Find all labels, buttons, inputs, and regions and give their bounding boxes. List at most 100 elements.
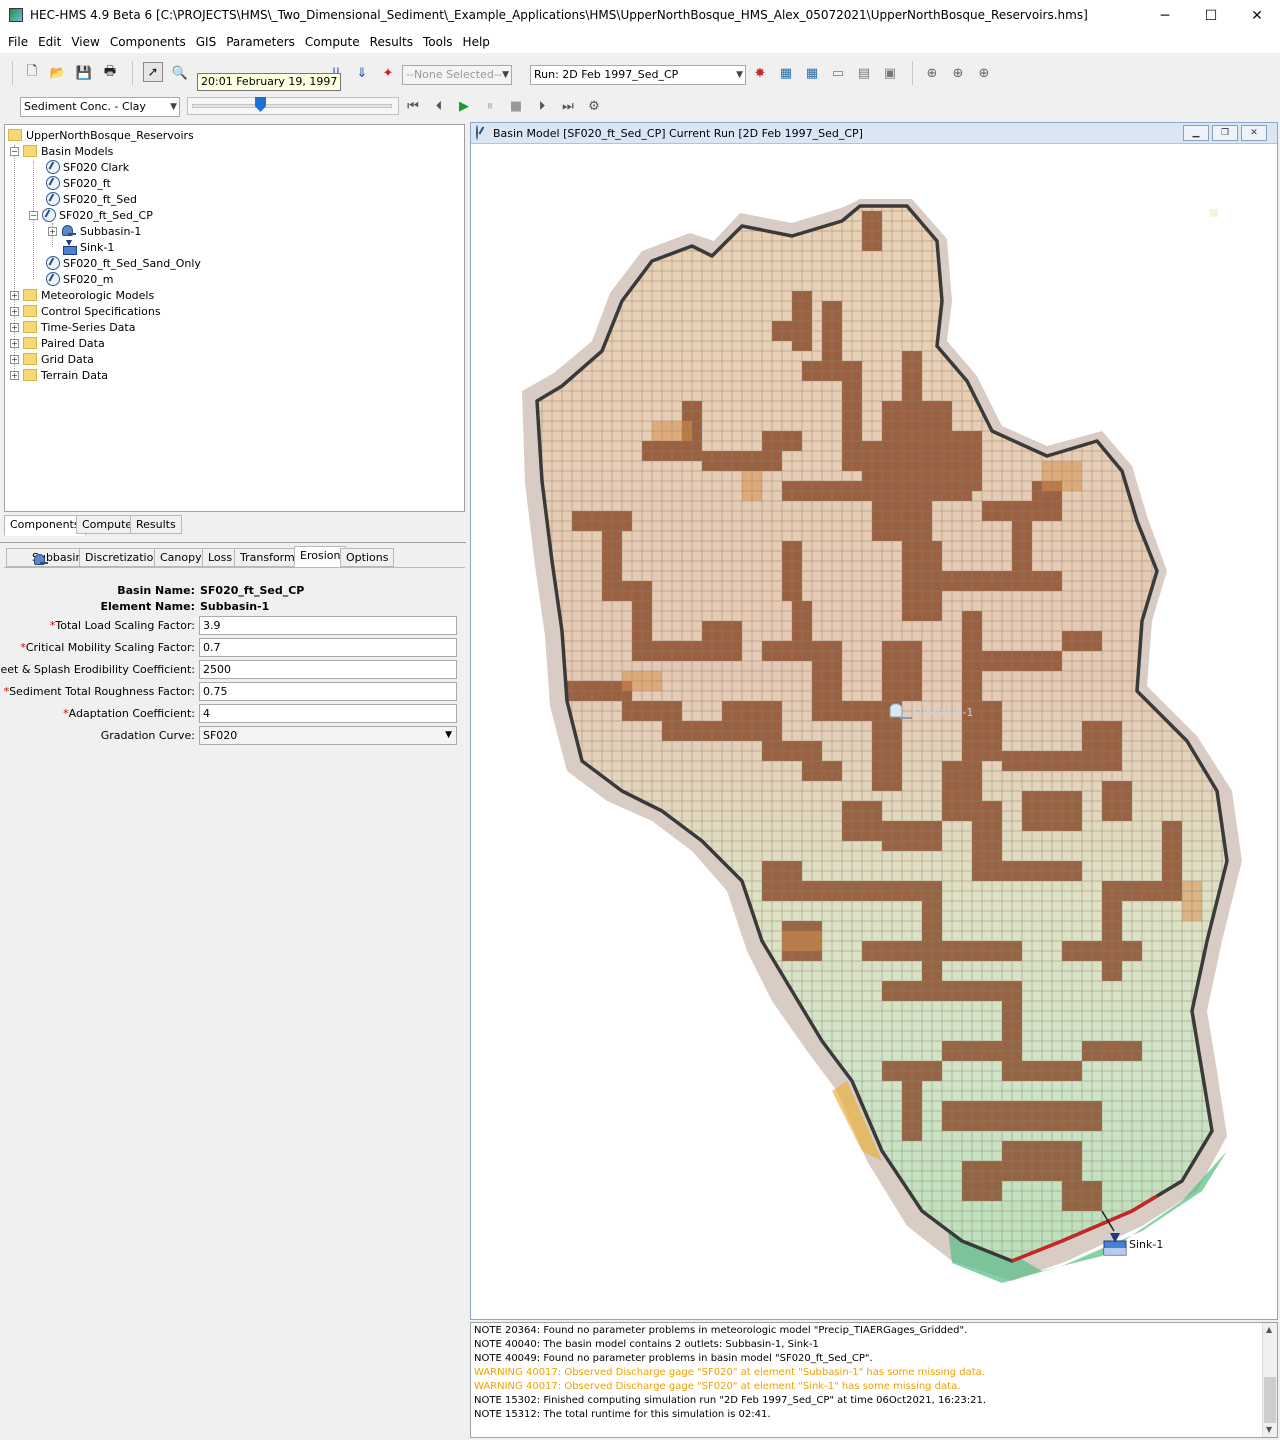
table-icon[interactable]: ▤: [854, 63, 874, 83]
scroll-up-icon[interactable]: ▲: [1266, 1325, 1272, 1334]
variable-selector[interactable]: Sediment Conc. - Clay ▼: [20, 97, 180, 117]
grid-globe-icon[interactable]: ⊕: [948, 63, 968, 83]
tab-components[interactable]: Components: [4, 515, 86, 536]
folder-icon: [23, 321, 37, 333]
fast-forward-icon[interactable]: ⏭: [558, 96, 578, 116]
tab-transform[interactable]: Transform: [234, 548, 301, 567]
global-summary-icon[interactable]: ▦: [776, 63, 796, 83]
open-icon[interactable]: 📂: [48, 63, 68, 83]
adaptation-input[interactable]: 4: [199, 704, 457, 723]
tree-basin-sand-only[interactable]: SF020_ft_Sed_Sand_Only: [46, 255, 201, 271]
tree-basin-sf020-clark[interactable]: SF020 Clark: [46, 159, 129, 175]
step-back-icon[interactable]: ⏴: [429, 96, 449, 116]
arrow-select-icon[interactable]: ➚: [143, 62, 163, 82]
basin-map-canvas[interactable]: Subbasin-1 Sink-1: [472, 145, 1278, 1319]
log-scrollbar[interactable]: ▲ ▼: [1262, 1323, 1277, 1437]
folder-icon: [8, 129, 22, 141]
close-button[interactable]: ✕: [1234, 0, 1280, 31]
gradation-select[interactable]: SF020 ▼: [199, 726, 457, 745]
animation-settings-icon[interactable]: ⚙: [584, 96, 604, 116]
expand-icon[interactable]: +: [10, 338, 19, 348]
tree-grid-data[interactable]: + Grid Data: [10, 351, 94, 367]
menu-results[interactable]: Results: [365, 32, 418, 52]
tree-subbasin-1[interactable]: + Subbasin-1: [48, 223, 141, 239]
map-close-button[interactable]: ✕: [1241, 125, 1267, 141]
rewind-icon[interactable]: ⏮: [403, 96, 423, 116]
run-selector[interactable]: Run: 2D Feb 1997_Sed_CP ▼: [530, 65, 746, 85]
maximize-button[interactable]: ☐: [1188, 0, 1234, 31]
menu-gis[interactable]: GIS: [191, 32, 221, 52]
tab-subbasin[interactable]: Subbasin: [6, 548, 89, 567]
step-forward-icon[interactable]: ⏵: [532, 96, 552, 116]
basin-model-icon: [46, 176, 60, 190]
map-minimize-button[interactable]: ▁: [1183, 125, 1209, 141]
tree-time-series-data[interactable]: + Time-Series Data: [10, 319, 135, 335]
tree-meteorologic-models[interactable]: + Meteorologic Models: [10, 287, 154, 303]
play-icon[interactable]: ▶: [454, 96, 474, 116]
expand-icon[interactable]: +: [10, 370, 19, 380]
tab-erosion[interactable]: Erosion: [294, 546, 347, 567]
basin-model-icon: [476, 125, 489, 140]
tree-control-specifications[interactable]: + Control Specifications: [10, 303, 161, 319]
grid-globe-icon[interactable]: ⊕: [974, 63, 994, 83]
tree-paired-data[interactable]: + Paired Data: [10, 335, 105, 351]
print-icon[interactable]: 🖶: [100, 63, 120, 83]
add-source-icon[interactable]: ✦: [378, 63, 398, 83]
compute-all-icon[interactable]: ✸: [750, 63, 770, 83]
menu-components[interactable]: Components: [105, 32, 191, 52]
tree-terrain-data[interactable]: + Terrain Data: [10, 367, 108, 383]
tree-folder-label: Terrain Data: [41, 368, 108, 382]
collapse-icon[interactable]: −: [10, 146, 19, 156]
menu-tools[interactable]: Tools: [418, 32, 458, 52]
menu-file[interactable]: File: [3, 32, 33, 52]
tree-root[interactable]: UpperNorthBosque_Reservoirs: [8, 127, 194, 143]
map-restore-button[interactable]: ❐: [1212, 125, 1238, 141]
tree-basin-sf020-m[interactable]: SF020_m: [46, 271, 114, 287]
menu-compute[interactable]: Compute: [300, 32, 365, 52]
tab-results[interactable]: Results: [130, 515, 182, 534]
expand-icon[interactable]: +: [10, 322, 19, 332]
basin-model-icon: [46, 256, 60, 270]
expand-icon[interactable]: +: [48, 226, 57, 236]
tree-sink-1[interactable]: Sink-1: [61, 239, 114, 255]
grid-globe-icon[interactable]: ⊕: [922, 63, 942, 83]
add-sink-icon[interactable]: ⇓: [352, 63, 372, 83]
tree-basin-sf020-ft-sed[interactable]: SF020_ft_Sed: [46, 191, 137, 207]
roughness-input[interactable]: 0.75: [199, 682, 457, 701]
zoom-icon[interactable]: 🔍: [170, 63, 190, 83]
total-load-input[interactable]: 3.9: [199, 616, 457, 635]
tab-loss[interactable]: Loss: [202, 548, 239, 567]
erodibility-input[interactable]: 2500: [199, 660, 457, 679]
app-icon: [9, 8, 23, 22]
scrollbar-thumb[interactable]: [1264, 1377, 1276, 1423]
stop-icon[interactable]: ■: [506, 96, 526, 116]
tab-options[interactable]: Options: [340, 548, 395, 567]
expand-icon[interactable]: +: [10, 354, 19, 364]
graph-icon[interactable]: ▭: [828, 63, 848, 83]
menu-parameters[interactable]: Parameters: [221, 32, 300, 52]
tab-canopy[interactable]: Canopy: [154, 548, 208, 567]
menu-help[interactable]: Help: [458, 32, 495, 52]
new-icon[interactable]: 🗋: [22, 63, 42, 83]
subbasin-icon: [61, 224, 77, 238]
menu-edit[interactable]: Edit: [33, 32, 66, 52]
expand-icon[interactable]: +: [10, 290, 19, 300]
main-toolbar: 🗋 📂 💾 🖶 ➚ 🔍 ⇊ ⇓ ✦ --None Selected--▼ Run…: [0, 57, 1280, 89]
tab-compute[interactable]: Compute: [76, 515, 139, 534]
time-series-icon[interactable]: ▣: [880, 63, 900, 83]
element-summary-icon[interactable]: ▦: [802, 63, 822, 83]
tree-element-label: Subbasin-1: [80, 224, 142, 238]
element-selector[interactable]: --None Selected-- ▼: [402, 65, 512, 85]
chevron-down-icon: ▼: [445, 730, 452, 740]
save-icon[interactable]: 💾: [74, 63, 94, 83]
minimize-button[interactable]: ─: [1142, 0, 1188, 31]
critical-mobility-input[interactable]: 0.7: [199, 638, 457, 657]
menu-view[interactable]: View: [66, 32, 104, 52]
expand-icon[interactable]: +: [10, 306, 19, 316]
collapse-icon[interactable]: −: [29, 210, 38, 220]
tree-basin-models[interactable]: − Basin Models: [10, 143, 113, 159]
scroll-down-icon[interactable]: ▼: [1266, 1425, 1272, 1434]
tree-basin-sf020-ft-sed-cp[interactable]: − SF020_ft_Sed_CP: [29, 207, 153, 223]
tree-basin-sf020-ft[interactable]: SF020_ft: [46, 175, 111, 191]
pause-icon[interactable]: ⏸: [480, 96, 500, 116]
